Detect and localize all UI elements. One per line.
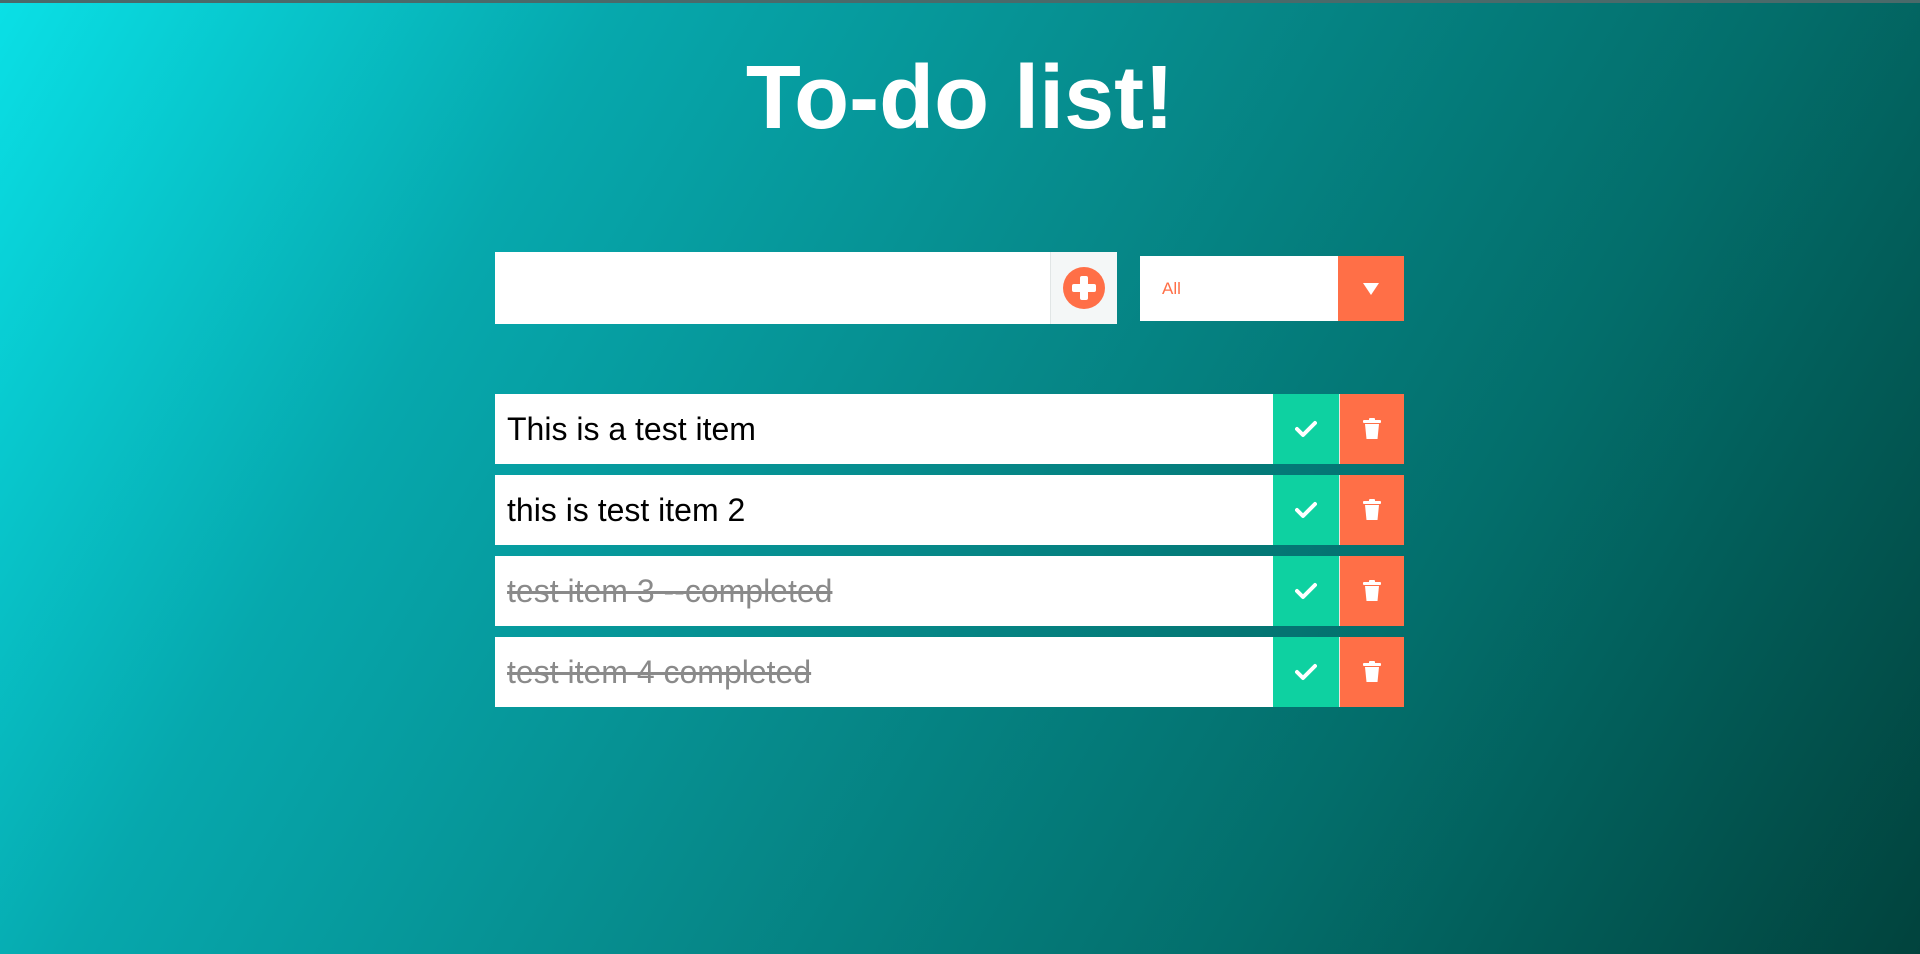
page-title: To-do list!: [745, 48, 1175, 148]
delete-button[interactable]: [1339, 556, 1404, 626]
complete-button[interactable]: [1273, 556, 1339, 626]
todo-item: this is test item 2: [495, 475, 1404, 545]
todo-item-completed: test item 3 --completed: [495, 556, 1404, 626]
delete-button[interactable]: [1339, 637, 1404, 707]
todo-item: This is a test item: [495, 394, 1404, 464]
trash-icon: [1363, 499, 1381, 521]
check-icon: [1295, 420, 1317, 438]
filter-dropdown-button[interactable]: [1338, 256, 1404, 321]
todo-text: this is test item 2: [507, 492, 746, 528]
delete-button[interactable]: [1339, 394, 1404, 464]
filter-select[interactable]: All: [1140, 256, 1404, 321]
todo-item-completed: test item 4 completed: [495, 637, 1404, 707]
check-icon: [1295, 501, 1317, 519]
todo-text: test item 4 completed: [507, 654, 812, 690]
complete-button[interactable]: [1273, 475, 1339, 545]
plus-circle-icon: [1063, 267, 1105, 309]
complete-button[interactable]: [1273, 637, 1339, 707]
filter-selected-value: All: [1162, 279, 1181, 298]
delete-button[interactable]: [1339, 475, 1404, 545]
trash-icon: [1363, 580, 1381, 602]
todo-text: test item 3 --completed: [507, 573, 833, 609]
todo-input[interactable]: [495, 252, 1050, 324]
todo-text: This is a test item: [507, 411, 756, 447]
top-border: [0, 0, 1920, 3]
complete-button[interactable]: [1273, 394, 1339, 464]
trash-icon: [1363, 418, 1381, 440]
trash-icon: [1363, 661, 1381, 683]
caret-down-icon: [1363, 282, 1379, 295]
add-todo-button[interactable]: [1050, 252, 1117, 324]
check-icon: [1295, 663, 1317, 681]
todo-list: This is a test item this is test item 2 …: [495, 394, 1404, 718]
add-todo-form: [495, 252, 1117, 324]
check-icon: [1295, 582, 1317, 600]
